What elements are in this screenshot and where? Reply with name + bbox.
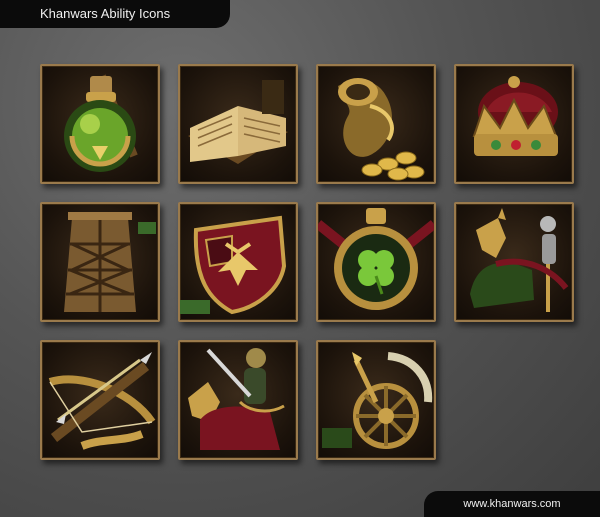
- crossbow-icon[interactable]: [40, 340, 160, 460]
- clover-amulet-icon[interactable]: [316, 202, 436, 322]
- eagle-shield-icon[interactable]: [178, 202, 298, 322]
- title-tab: Khanwars Ability Icons: [0, 0, 230, 28]
- war-chariot-icon[interactable]: [316, 340, 436, 460]
- horse-knight-icon[interactable]: [454, 202, 574, 322]
- siege-tower-icon[interactable]: [40, 202, 160, 322]
- potion-icon[interactable]: [40, 64, 160, 184]
- crown-icon[interactable]: [454, 64, 574, 184]
- page-title: Khanwars Ability Icons: [40, 6, 171, 21]
- gold-coins-icon[interactable]: [316, 64, 436, 184]
- site-url[interactable]: www.khanwars.com: [463, 498, 560, 510]
- book-icon[interactable]: [178, 64, 298, 184]
- mounted-knight-icon[interactable]: [178, 340, 298, 460]
- footer-tab: www.khanwars.com: [424, 491, 600, 517]
